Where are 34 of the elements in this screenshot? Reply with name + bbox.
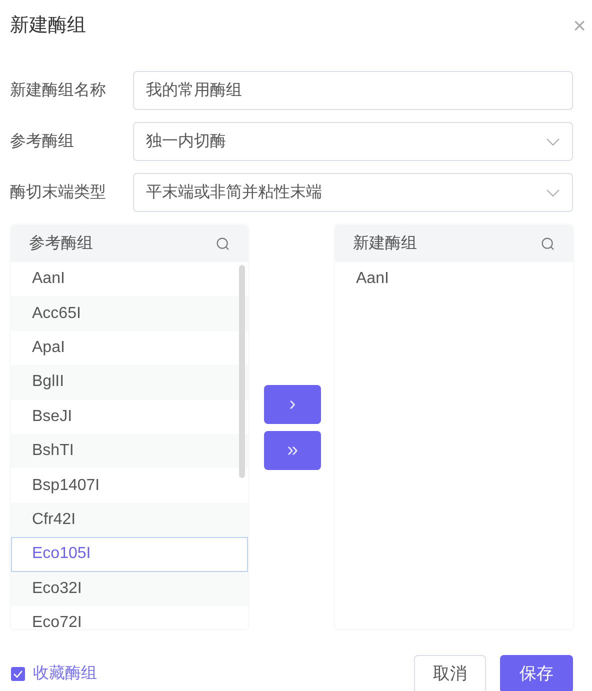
list-header: 新建酶组 (353, 234, 417, 254)
list-header: 参考酶组 (29, 234, 93, 254)
search-icon[interactable] (541, 236, 555, 250)
list-item[interactable]: ApaI (11, 330, 248, 366)
checkbox[interactable] (11, 667, 25, 681)
list-item[interactable]: Cfr42I (11, 502, 248, 538)
list-item[interactable]: BseJI (11, 400, 248, 434)
chevron-down-icon (546, 188, 560, 196)
save-button[interactable]: 保存 (500, 655, 573, 691)
move-button[interactable]: » (264, 430, 321, 470)
move-button[interactable]: › (264, 384, 321, 424)
dropdown[interactable]: 平末端或非简并粘性末端 (133, 173, 573, 212)
list-item[interactable]: BshTI (11, 434, 248, 468)
list-item[interactable]: Acc65I (11, 296, 248, 331)
scrollbar[interactable] (239, 265, 245, 478)
field-label: 新建酶组名称 (10, 80, 107, 100)
chevron-down-icon (546, 138, 560, 146)
list-item[interactable]: AanI (11, 262, 248, 296)
search-icon[interactable] (216, 236, 230, 250)
field-label: 参考酶组 (10, 132, 75, 152)
list-item[interactable]: Bsp1407I (11, 468, 248, 503)
checkbox-label: 收藏酶组 (33, 664, 97, 684)
dropdown-value: 独一内切酶 (146, 132, 226, 152)
list-item[interactable]: Eco105I (11, 537, 248, 572)
list-item[interactable]: BglII (11, 365, 248, 400)
list-item[interactable]: AanI (335, 262, 573, 296)
cancel-button[interactable]: 取消 (414, 655, 486, 691)
list-item[interactable]: Eco32I (11, 572, 248, 606)
dropdown-value: 平末端或非简并粘性末端 (146, 182, 322, 202)
list-item[interactable]: Eco72I (11, 606, 248, 629)
dialog-title: 新建酶组 (10, 14, 86, 38)
field-label: 酶切末端类型 (10, 182, 107, 202)
dropdown[interactable]: 独一内切酶 (133, 122, 573, 161)
input-field[interactable]: 我的常用酶组 (134, 72, 572, 109)
